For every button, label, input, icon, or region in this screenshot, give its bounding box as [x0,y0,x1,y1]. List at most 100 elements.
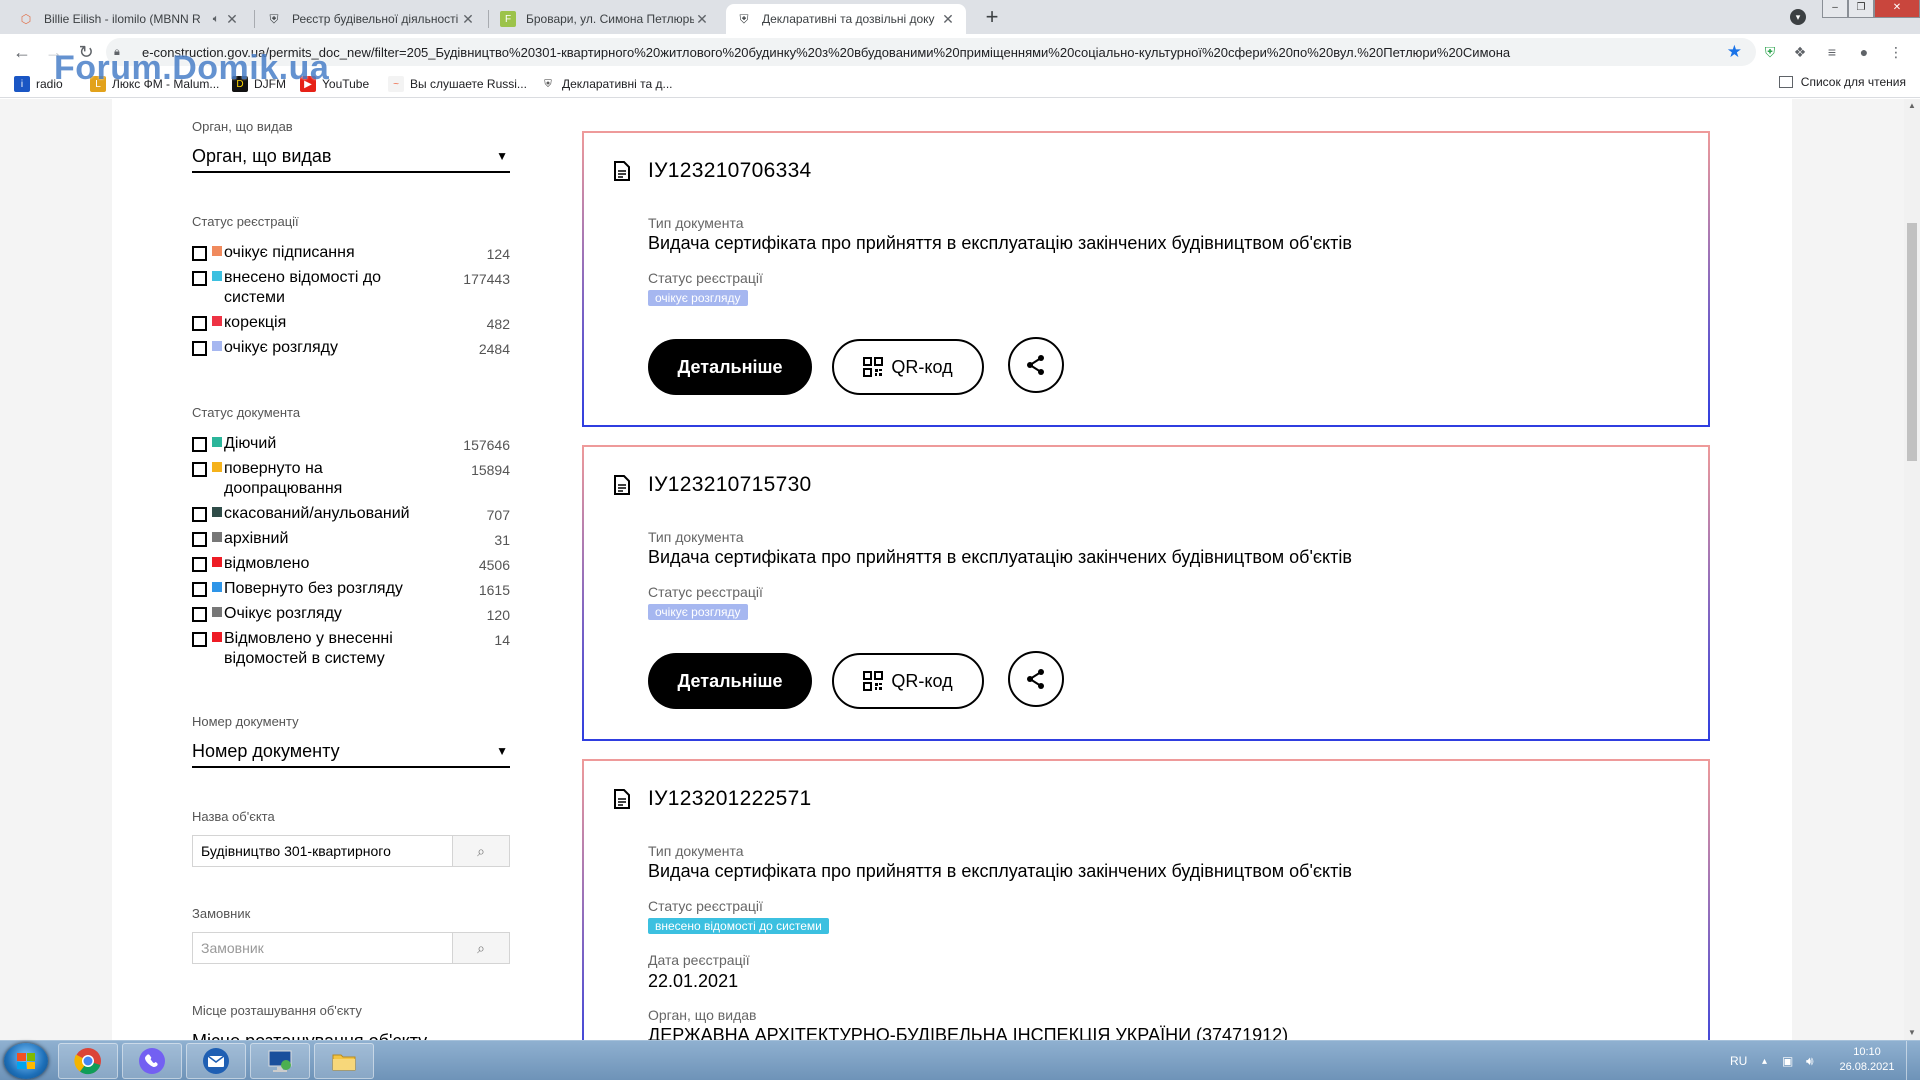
adblock-shield-icon[interactable]: ⛨ [1760,42,1780,62]
close-tab-icon[interactable]: ✕ [694,11,710,28]
filter-checkbox-item[interactable]: архівний 31 [192,529,510,549]
taskbar-chrome[interactable] [58,1043,118,1079]
object-name-input[interactable]: Будівництво 301-квартирного [193,836,453,866]
extensions-puzzle-icon[interactable]: ❖ [1790,42,1810,62]
filter-checkbox-item[interactable]: повернуто на доопрацювання 15894 [192,459,510,499]
checkbox[interactable] [192,271,207,286]
checkbox-label: корекція [224,314,287,331]
volume-icon[interactable]: 🔊︎ [1806,1041,1814,1080]
media-control-icon[interactable]: ≡ [1822,42,1842,62]
tab-registry[interactable]: ⛨ Реєстр будівельної діяльності ✕ [256,4,486,34]
minimize-button[interactable]: – [1822,0,1848,18]
language-indicator[interactable]: RU [1730,1041,1747,1080]
tab-permits-active[interactable]: ⛨ Декларативні та дозвільні доку ✕ [726,4,966,34]
status-color-swatch [212,246,222,256]
customer-search-button[interactable]: ⌕ [453,933,509,963]
bookmark-label: Декларативні та д... [562,77,673,91]
page-content: Орган, що видав Орган, що видав ▼ Статус… [112,99,1792,1040]
object-name-field[interactable]: Будівництво 301-квартирного ⌕ [192,835,510,867]
object-search-button[interactable]: ⌕ [453,836,509,866]
checkbox[interactable] [192,316,207,331]
checkbox[interactable] [192,462,207,477]
viber-icon [139,1048,165,1074]
status-color-swatch [212,507,222,517]
scroll-up-arrow-icon[interactable]: ▲ [1904,99,1920,113]
taskbar-viber[interactable] [122,1043,182,1079]
thunderbird-icon [203,1048,229,1074]
filter-checkbox-item[interactable]: Діючий 157646 [192,434,510,454]
share-icon [1027,355,1044,375]
filter-checkbox-item[interactable]: Очікує розгляду 120 [192,604,510,624]
bookmark-star-icon[interactable]: ★ [1727,42,1742,62]
status-color-swatch [212,532,222,542]
issuer-select[interactable]: Орган, що видав ▼ [192,141,510,173]
tab-forum[interactable]: F Бровари, ул. Симона Петлюры ✕ [490,4,720,34]
taskbar-thunderbird[interactable] [186,1043,246,1079]
filter-checkbox-item[interactable]: Відмовлено у внесенні відомостей в систе… [192,629,510,669]
browser-menu-icon[interactable]: ⋮ [1886,42,1906,62]
details-button[interactable]: Детальніше [648,339,812,395]
scroll-down-arrow-icon[interactable]: ▼ [1904,1026,1920,1040]
page-scrollbar[interactable]: ▲ ▼ [1904,99,1920,1040]
checkbox[interactable] [192,246,207,261]
doc-number-select[interactable]: Номер документу ▼ [192,736,510,768]
back-button[interactable]: ← [10,40,34,64]
share-button[interactable] [1008,337,1064,393]
close-window-button[interactable]: ✕ [1874,0,1920,18]
checkbox[interactable] [192,341,207,356]
profile-avatar-icon[interactable]: ● [1854,42,1874,62]
chrome-icon [74,1048,101,1075]
tab-search-icon[interactable]: ▾ [1790,9,1806,25]
details-button[interactable]: Детальніше [648,653,812,709]
checkbox-count: 707 [486,507,510,523]
checkbox[interactable] [192,582,207,597]
doc-type-label: Тип документа [648,215,744,231]
tab-billie-eilish[interactable]: ⬡ Billie Eilish - ilomilo (MBNN R 🔈︎ ✕ [8,4,250,34]
scrollbar-thumb[interactable] [1907,223,1917,461]
new-tab-button[interactable]: + [978,4,1006,32]
location-select[interactable]: Місце розташування об'єкту [192,1025,510,1041]
close-tab-icon[interactable]: ✕ [940,11,956,28]
filter-checkbox-item[interactable]: очікує розгляду 2484 [192,338,510,358]
taskbar-file-explorer[interactable] [314,1043,374,1079]
customer-input[interactable]: Замовник [193,933,453,963]
system-clock[interactable]: 10:10 26.08.2021 [1834,1045,1900,1075]
doc-type-label: Тип документа [648,843,744,859]
location-select-value: Місце розташування об'єкту [192,1031,427,1041]
network-icon[interactable]: ▣ [1782,1041,1793,1080]
speaker-icon[interactable]: 🔈︎ [208,13,224,26]
checkbox[interactable] [192,607,207,622]
checkbox[interactable] [192,557,207,572]
qr-code-button[interactable]: QR-код [832,339,984,395]
checkbox[interactable] [192,507,207,522]
reg-date-label: Дата реєстрації [648,952,750,968]
filter-checkbox-item[interactable]: корекція 482 [192,313,510,333]
url-text[interactable]: e-construction.gov.ua/permits_doc_new/fi… [142,45,1702,60]
share-button[interactable] [1008,651,1064,707]
reading-list[interactable]: Список для чтения [1778,75,1906,89]
customer-field[interactable]: Замовник ⌕ [192,932,510,964]
forum-icon: F [500,11,516,27]
qr-code-button[interactable]: QR-код [832,653,984,709]
checkbox[interactable] [192,632,207,647]
close-tab-icon[interactable]: ✕ [224,11,240,28]
checkbox-count: 177443 [463,271,510,287]
bookmark-russian-radio[interactable]: ~ Вы слушаете Russi... [388,75,527,93]
checkbox[interactable] [192,532,207,547]
filter-checkbox-item[interactable]: Повернуто без розгляду 1615 [192,579,510,599]
filter-checkbox-item[interactable]: скасований/анульований 707 [192,504,510,524]
show-desktop-button[interactable] [1906,1041,1920,1080]
address-bar[interactable]: 🔒︎ e-construction.gov.ua/permits_doc_new… [106,38,1756,66]
tray-expand-icon[interactable]: ▴ [1762,1041,1767,1080]
qr-code-label: QR-код [891,670,953,691]
filter-checkbox-item[interactable]: відмовлено 4506 [192,554,510,574]
bookmark-permits[interactable]: ⛨ Декларативні та д... [540,75,673,93]
close-tab-icon[interactable]: ✕ [460,11,476,28]
status-color-swatch [212,271,222,281]
filter-checkbox-item[interactable]: внесено відомості до системи 177443 [192,268,510,308]
restore-button[interactable]: ❐ [1848,0,1874,18]
filter-checkbox-item[interactable]: очікує підписання 124 [192,243,510,263]
start-button[interactable] [4,1043,48,1079]
taskbar-remote-desktop[interactable] [250,1043,310,1079]
checkbox[interactable] [192,437,207,452]
